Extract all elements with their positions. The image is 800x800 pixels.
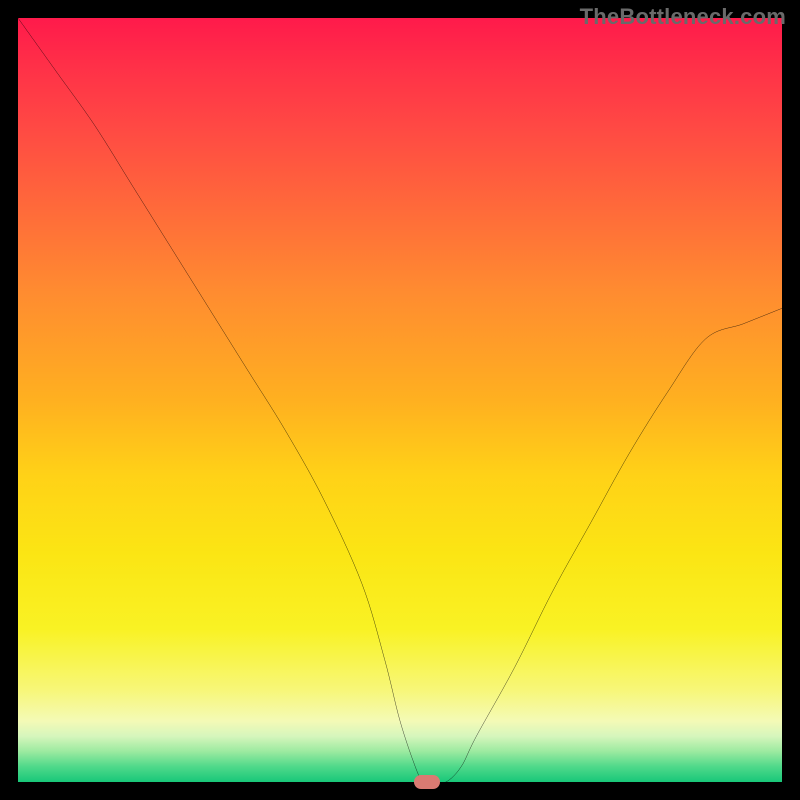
bottleneck-curve <box>18 18 782 782</box>
watermark-text: TheBottleneck.com <box>580 4 786 30</box>
curve-path <box>18 18 782 782</box>
plot-area <box>18 18 782 782</box>
optimal-point-marker <box>414 775 440 789</box>
chart-frame: TheBottleneck.com <box>0 0 800 800</box>
